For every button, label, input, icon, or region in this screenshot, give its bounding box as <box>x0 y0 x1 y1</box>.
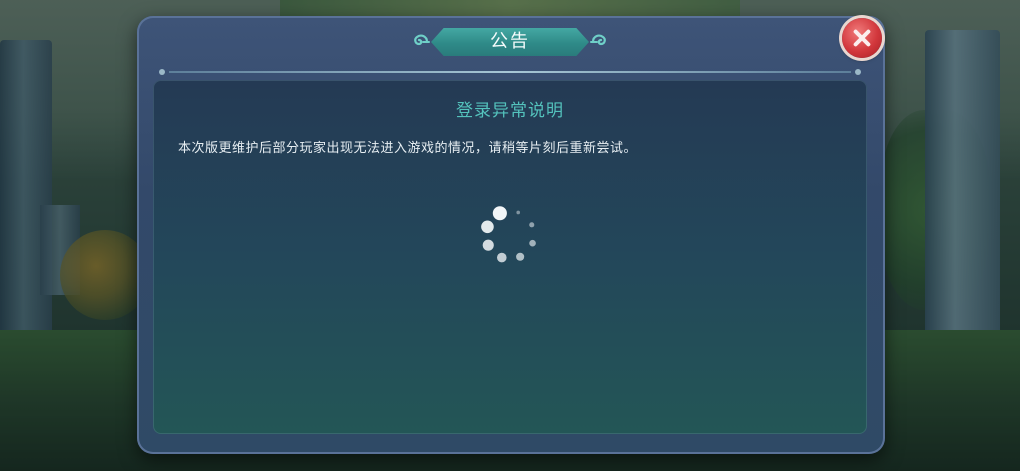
swirl-ornament-icon <box>590 34 606 46</box>
dialog-title: 公告 <box>490 31 530 52</box>
spinner-dot <box>529 239 536 247</box>
divider-dot <box>855 69 861 75</box>
title-divider <box>155 69 865 75</box>
close-button[interactable] <box>842 18 882 58</box>
swirl-ornament-icon <box>414 34 430 46</box>
spinner-dot <box>481 220 494 234</box>
game-scene: 公告 登录异常说明 本次版更维护后部分玩家出现无法进入游戏的情况，请稍等片刻后重… <box>0 0 1020 471</box>
loading-spinner-icon <box>481 206 536 263</box>
announcement-body: 本次版更维护后部分玩家出现无法进入游戏的情况，请稍等片刻后重新尝试。 <box>178 141 638 156</box>
divider-dot <box>159 69 165 75</box>
spinner-dot <box>516 210 521 215</box>
dialog-title-banner: 公告 <box>407 26 613 58</box>
spinner-dot <box>492 206 507 221</box>
spinner-dot <box>529 222 535 228</box>
spinner-dot <box>516 252 525 261</box>
spinner-dot <box>482 239 494 251</box>
announcement-heading: 登录异常说明 <box>456 101 564 121</box>
spinner-dot <box>496 252 507 263</box>
divider-line <box>169 71 851 73</box>
